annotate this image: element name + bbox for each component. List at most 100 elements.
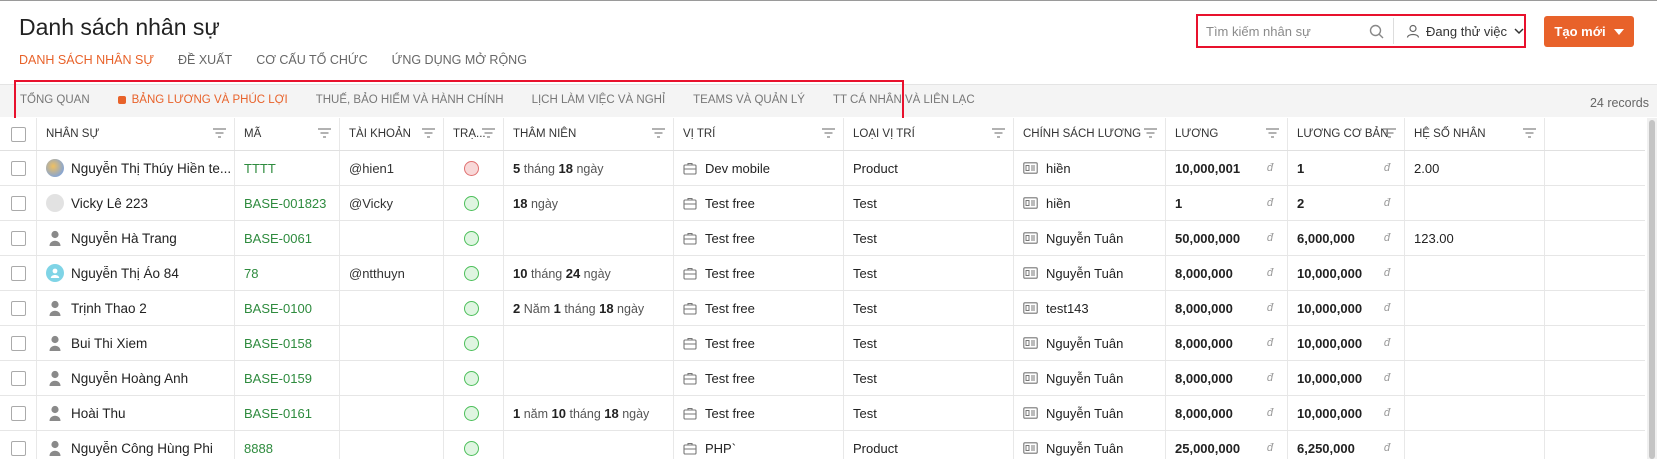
salary-value: 25,000,000: [1175, 440, 1241, 456]
column-header-position-type[interactable]: LOẠI VỊ TRÍ: [844, 118, 1014, 150]
chevron-down-icon: [1514, 27, 1524, 35]
filter-icon[interactable]: [1266, 128, 1279, 138]
row-checkbox[interactable]: [11, 370, 26, 386]
tab-org-structure[interactable]: CƠ CẤU TỔ CHỨC: [256, 53, 367, 67]
employee-cell[interactable]: Hoài Thu: [37, 396, 235, 430]
employee-cell[interactable]: Nguyễn Thị Áo 84: [37, 256, 235, 290]
status-filter-dropdown[interactable]: Đang thử việc: [1406, 24, 1524, 39]
filter-icon[interactable]: [992, 128, 1005, 138]
table-row[interactable]: Nguyễn Hoàng Anh BASE-0159 Test free Test Ng…: [0, 361, 1645, 396]
tab-proposals[interactable]: ĐỀ XUẤT: [178, 53, 232, 67]
seniority-unit: ngày: [530, 196, 559, 211]
position-text: Test free: [705, 370, 755, 386]
employee-name[interactable]: Nguyễn Hoàng Anh: [71, 371, 188, 386]
filter-icon[interactable]: [1144, 128, 1157, 138]
table-row[interactable]: Vicky Lê 223 BASE-001823 @Vicky 18 ngày Tes…: [0, 186, 1645, 221]
select-all-checkbox[interactable]: [11, 126, 26, 142]
status-indicator-icon: [464, 230, 479, 246]
scrollbar-thumb[interactable]: [1649, 120, 1655, 459]
filter-icon[interactable]: [1523, 128, 1536, 138]
table-row[interactable]: Trịnh Thao 2 BASE-0100 2 Năm 1 tháng 18 ng…: [0, 291, 1645, 326]
employee-cell[interactable]: Nguyễn Hà Trang: [37, 221, 235, 255]
subtab-schedule[interactable]: LỊCH LÀM VIỆC VÀ NGHỈ: [532, 94, 666, 106]
search-input[interactable]: [1198, 17, 1368, 45]
filter-icon[interactable]: [213, 128, 226, 138]
row-checkbox[interactable]: [11, 160, 26, 176]
seniority-cell: 10 tháng 24 ngày: [504, 256, 674, 290]
column-header-position[interactable]: VỊ TRÍ: [674, 118, 844, 150]
column-header-salary-policy[interactable]: CHÍNH SÁCH LƯƠNG: [1014, 118, 1166, 150]
employee-code[interactable]: BASE-0100: [244, 301, 312, 316]
column-header-account[interactable]: TÀI KHOẢN: [340, 118, 444, 150]
column-header-salary[interactable]: LƯƠNG: [1166, 118, 1288, 150]
base-salary-cell: 2đ: [1288, 186, 1405, 220]
seniority-number: 10: [513, 265, 528, 281]
employee-name[interactable]: Vicky Lê 223: [71, 196, 148, 211]
row-checkbox[interactable]: [11, 405, 26, 421]
employee-name[interactable]: Nguyễn Thị Áo 84: [71, 266, 179, 281]
row-checkbox[interactable]: [11, 335, 26, 351]
column-header-seniority[interactable]: THÂM NIÊN: [504, 118, 674, 150]
filter-icon[interactable]: [318, 128, 331, 138]
column-header-base-salary[interactable]: LƯƠNG CƠ BẢN: [1288, 118, 1405, 150]
seniority-unit: tháng: [569, 406, 601, 421]
table-row[interactable]: Nguyễn Hà Trang BASE-0061 Test free Test Ngu…: [0, 221, 1645, 256]
seniority-cell: 1 năm 10 tháng 18 ngày: [504, 396, 674, 430]
position-cell: PHP`: [674, 431, 844, 459]
table-row[interactable]: Nguyễn Công Hùng Phi 8888 PHP` Product Nguyễ…: [0, 431, 1645, 459]
employee-cell[interactable]: Nguyễn Thị Thúy Hiền te...: [37, 151, 235, 185]
employee-cell[interactable]: Nguyễn Hoàng Anh: [37, 361, 235, 395]
filter-icon[interactable]: [422, 128, 435, 138]
search-icon[interactable]: [1368, 21, 1384, 41]
policy-card-icon: [1023, 302, 1038, 314]
row-checkbox[interactable]: [11, 440, 26, 456]
table-row[interactable]: Bui Thi Xiem BASE-0158 Test free Test Nguyễn…: [0, 326, 1645, 361]
coefficient-cell: [1405, 256, 1545, 290]
column-header-code[interactable]: MÃ: [235, 118, 340, 150]
employee-cell[interactable]: Vicky Lê 223: [37, 186, 235, 220]
filter-icon[interactable]: [652, 128, 665, 138]
employee-code[interactable]: 8888: [244, 441, 273, 456]
employee-name[interactable]: Nguyễn Công Hùng Phi: [71, 441, 213, 456]
position-cell: Test free: [674, 361, 844, 395]
employee-cell[interactable]: Nguyễn Công Hùng Phi: [37, 431, 235, 459]
employee-name[interactable]: Bui Thi Xiem: [71, 336, 147, 351]
table-row[interactable]: Nguyễn Thị Thúy Hiền te... TTTT @hien1 5 th…: [0, 151, 1645, 186]
tab-extensions[interactable]: ỨNG DỤNG MỞ RỘNG: [392, 53, 527, 67]
employee-code[interactable]: BASE-001823: [244, 196, 326, 211]
filter-icon[interactable]: [822, 128, 835, 138]
tab-employee-list[interactable]: DANH SÁCH NHÂN SỰ: [19, 53, 154, 67]
employee-name[interactable]: Nguyễn Hà Trang: [71, 231, 177, 246]
table-row[interactable]: Hoài Thu BASE-0161 1 năm 10 tháng 18 ngày …: [0, 396, 1645, 431]
subtab-overview[interactable]: TỔNG QUAN: [20, 94, 90, 106]
row-checkbox[interactable]: [11, 230, 26, 246]
row-checkbox[interactable]: [11, 265, 26, 281]
column-header-status[interactable]: TRẠ...: [444, 118, 504, 150]
employee-code[interactable]: BASE-0061: [244, 231, 312, 246]
position-cell: Test free: [674, 326, 844, 360]
employee-cell[interactable]: Trịnh Thao 2: [37, 291, 235, 325]
employee-name[interactable]: Trịnh Thao 2: [71, 301, 147, 316]
filter-icon[interactable]: [1383, 128, 1396, 138]
employee-code[interactable]: TTTT: [244, 161, 276, 176]
row-checkbox[interactable]: [11, 300, 26, 316]
status-indicator-icon: [464, 405, 479, 421]
create-new-button[interactable]: Tạo mới: [1544, 16, 1634, 47]
employee-code[interactable]: BASE-0161: [244, 406, 312, 421]
employee-code[interactable]: BASE-0159: [244, 371, 312, 386]
column-header-coefficient[interactable]: HỆ SỐ NHÂN: [1405, 118, 1545, 150]
employee-name[interactable]: Nguyễn Thị Thúy Hiền te...: [71, 161, 231, 176]
subtab-payroll[interactable]: BẢNG LƯƠNG VÀ PHÚC LỢI: [117, 94, 288, 106]
column-header-name[interactable]: NHÂN SỰ: [37, 118, 235, 150]
employee-cell[interactable]: Bui Thi Xiem: [37, 326, 235, 360]
table-row[interactable]: Nguyễn Thị Áo 84 78 @ntthuyn 10 tháng 24 ng…: [0, 256, 1645, 291]
subtab-tax-insurance[interactable]: THUẾ, BẢO HIỂM VÀ HÀNH CHÍNH: [316, 94, 504, 106]
employee-code[interactable]: 78: [244, 266, 258, 281]
salary-cell: 1đ: [1166, 186, 1288, 220]
employee-code[interactable]: BASE-0158: [244, 336, 312, 351]
subtab-teams[interactable]: TEAMS VÀ QUẢN LÝ: [693, 94, 805, 106]
subtab-personal-info[interactable]: TT CÁ NHÂN VÀ LIÊN LẠC: [833, 94, 975, 106]
filter-icon[interactable]: [482, 128, 495, 138]
employee-name[interactable]: Hoài Thu: [71, 406, 126, 421]
row-checkbox[interactable]: [11, 195, 26, 211]
